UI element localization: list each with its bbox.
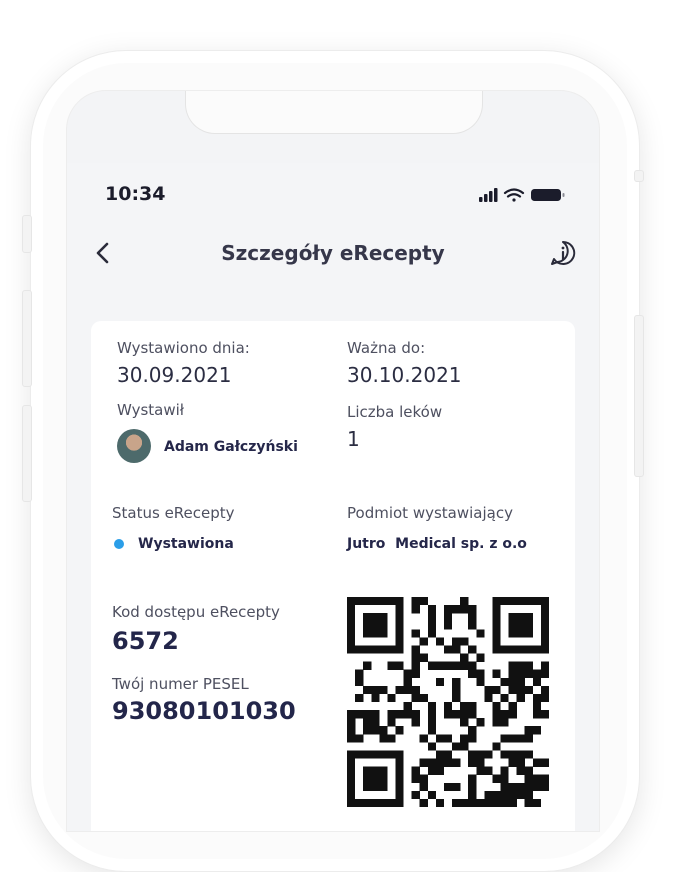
phone-side-marker xyxy=(634,170,644,182)
access-code-value: 6572 xyxy=(112,627,179,655)
drug-count-label: Liczba leków xyxy=(347,403,443,421)
valid-until-value: 30.10.2021 xyxy=(347,363,462,387)
issued-date-label: Wystawiono dnia: xyxy=(117,339,250,357)
pesel-value: 93080101030 xyxy=(112,697,296,725)
issuer-name: Adam Gałczyński xyxy=(164,439,298,455)
prescription-details-card: Wystawiono dnia: 30.09.2021 Ważna do: 30… xyxy=(91,321,575,831)
drug-count-value: 1 xyxy=(347,427,360,451)
issued-date-value: 30.09.2021 xyxy=(117,363,232,387)
phone-power-button xyxy=(634,315,644,477)
status-value: Wystawiona xyxy=(138,536,234,552)
avatar xyxy=(117,429,151,463)
app-screen: 10:34 Szczegóły eRecepty Wystawiono dnia… xyxy=(66,90,600,832)
phone-mute-switch xyxy=(22,215,32,253)
qr-code xyxy=(347,597,549,807)
info-button[interactable] xyxy=(549,239,577,267)
wifi-icon xyxy=(503,188,525,202)
signal-icon xyxy=(479,188,498,202)
access-code-label: Kod dostępu eRecepty xyxy=(112,603,280,621)
status-icons xyxy=(479,188,565,202)
info-icon xyxy=(551,240,576,265)
status-label: Status eRecepty xyxy=(112,504,235,522)
issuing-entity-value: Jutro Medical sp. z o.o xyxy=(347,536,527,552)
phone-notch xyxy=(185,91,483,134)
phone-volume-down xyxy=(22,405,32,502)
valid-until-label: Ważna do: xyxy=(347,339,426,357)
issuing-entity-label: Podmiot wystawiający xyxy=(347,504,513,522)
phone-volume-up xyxy=(22,290,32,387)
status-time: 10:34 xyxy=(105,183,166,205)
issuer-label: Wystawił xyxy=(117,401,185,419)
pesel-label: Twój numer PESEL xyxy=(112,675,249,693)
status-dot xyxy=(114,539,124,549)
battery-icon xyxy=(531,189,565,201)
page-title: Szczegóły eRecepty xyxy=(221,241,445,265)
